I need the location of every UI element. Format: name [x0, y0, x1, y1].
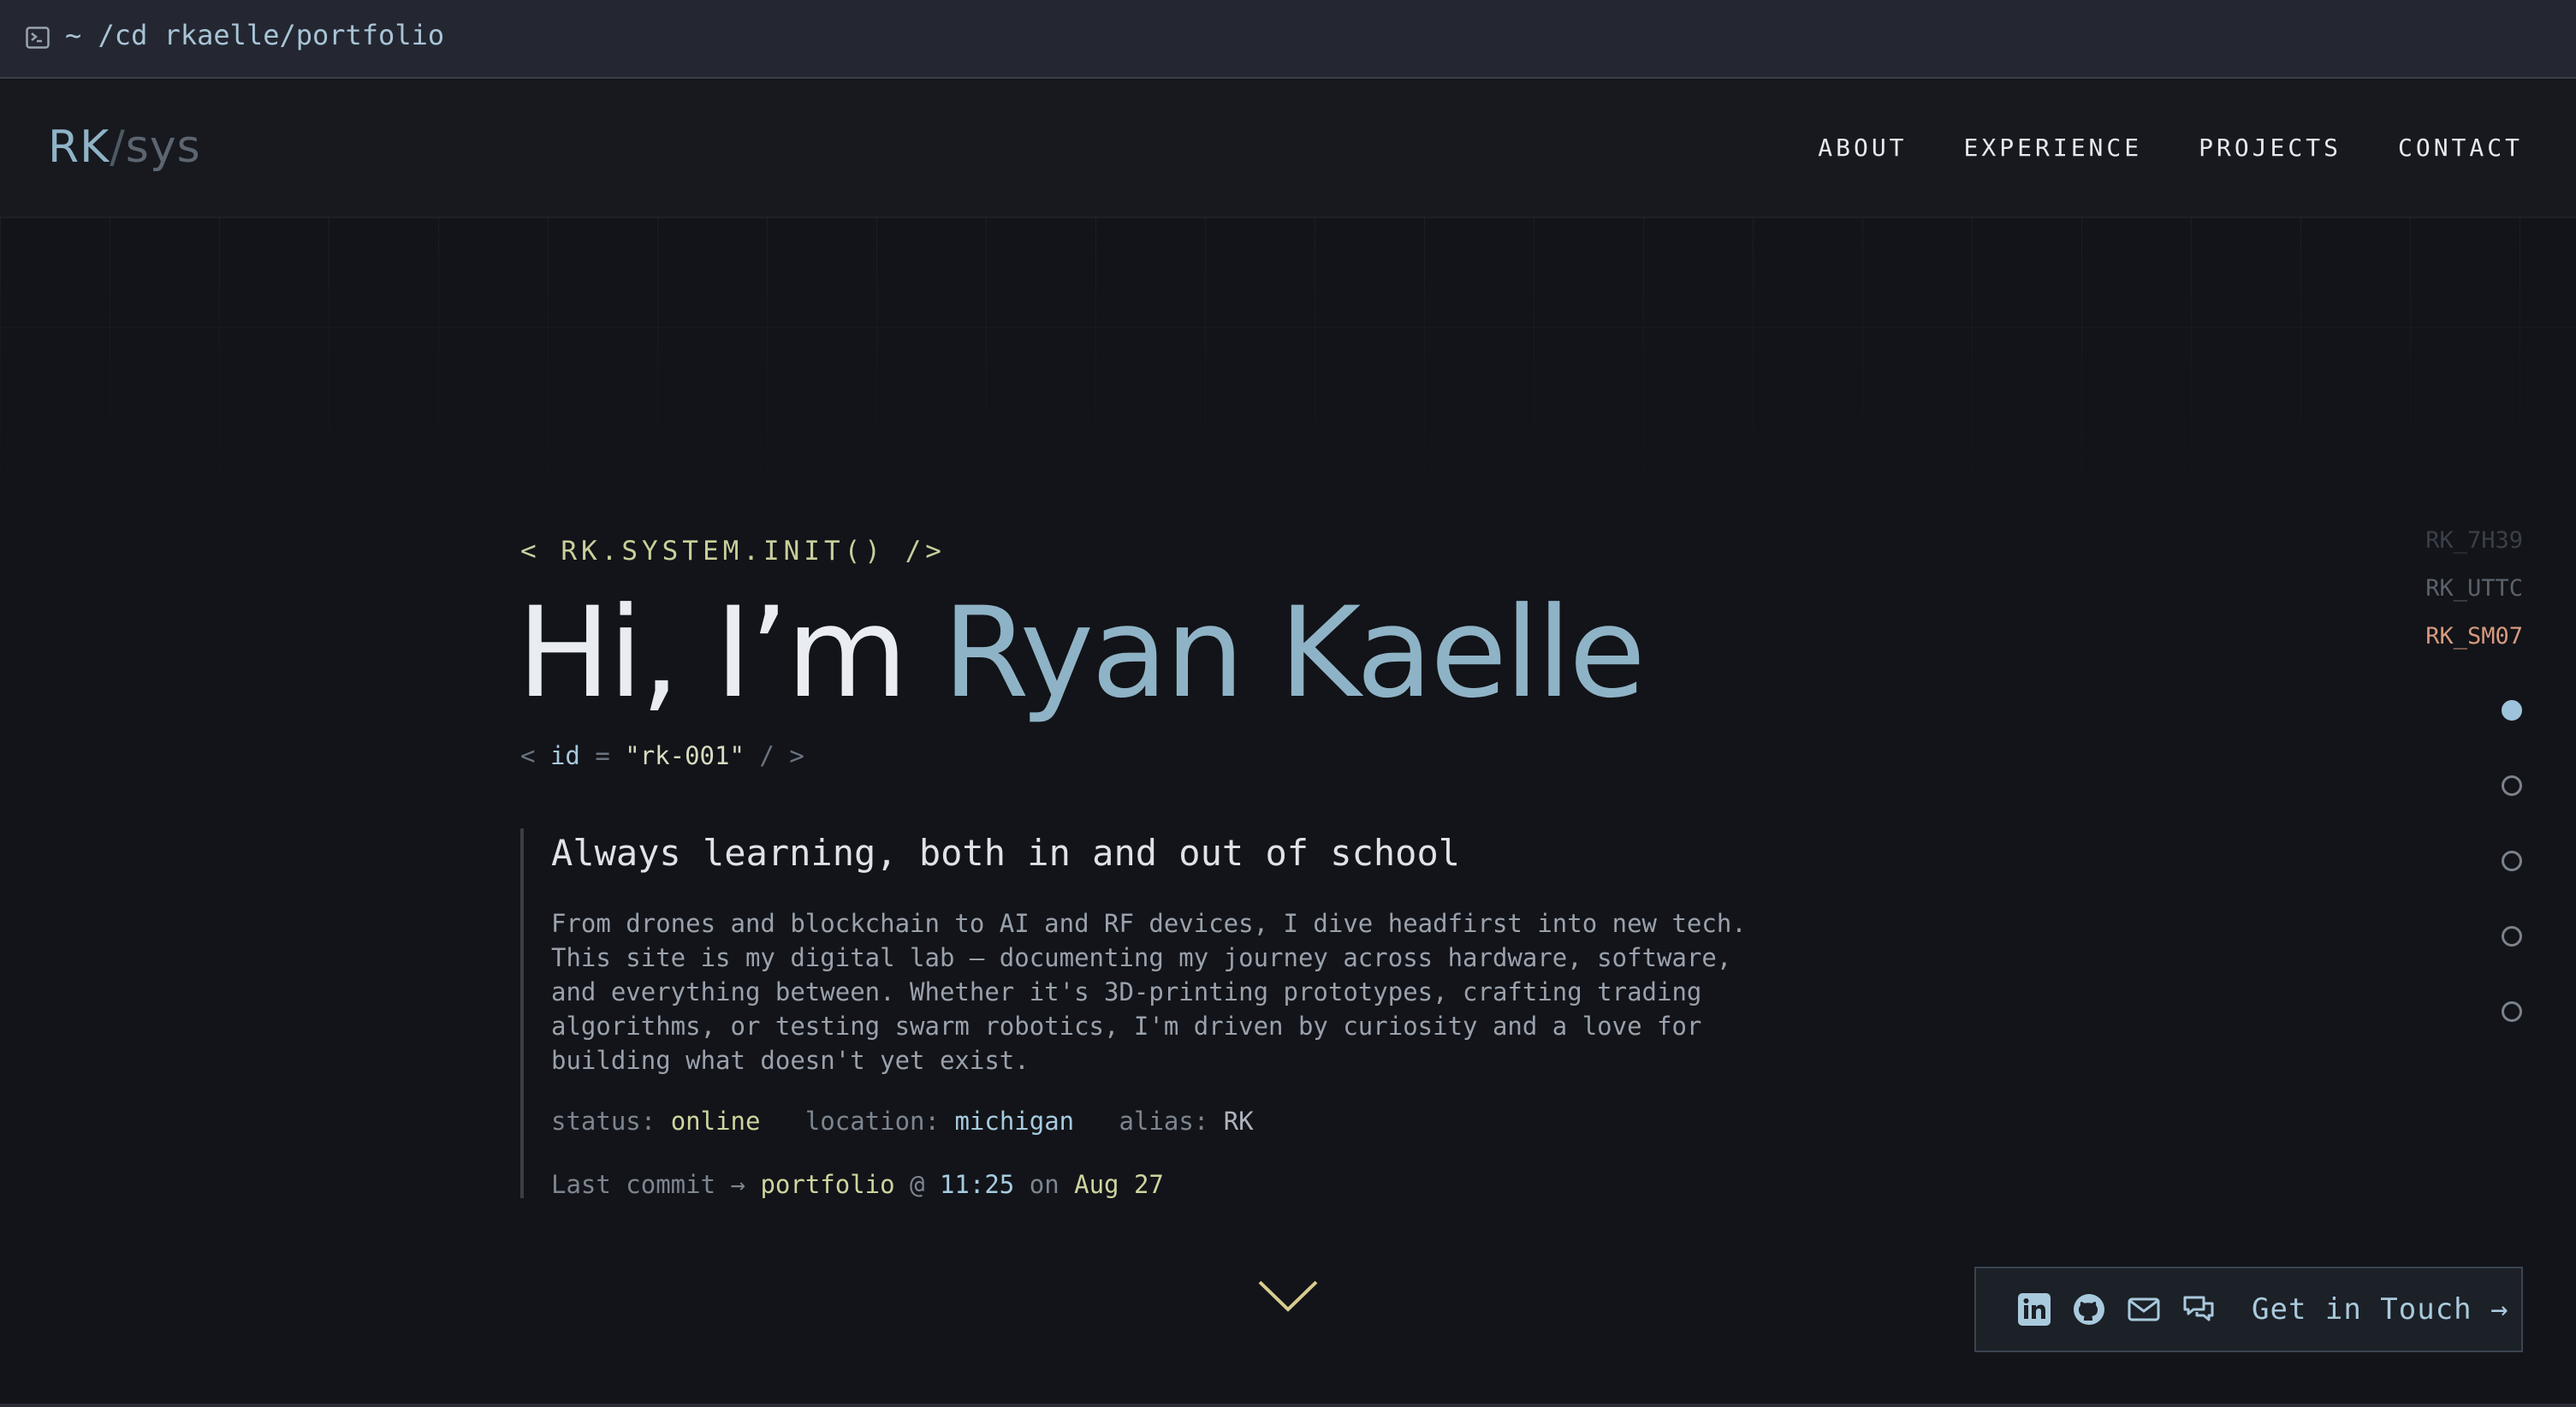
terminal-path: ~ /cd rkaelle/portfolio [65, 19, 445, 51]
chevron-down-icon[interactable] [1258, 1279, 1318, 1313]
github-icon[interactable] [2072, 1292, 2106, 1327]
nav-about[interactable]: ABOUT [1818, 134, 1907, 162]
commit-time: 11:25 [939, 1170, 1015, 1199]
mail-icon[interactable] [2127, 1292, 2161, 1327]
bottom-border [0, 1404, 2576, 1407]
section-dot-2[interactable] [2502, 775, 2522, 796]
commit-at: @ [894, 1170, 940, 1199]
status-meta: status: online location: michigan alias:… [551, 1107, 1761, 1136]
hero-grid-background [0, 217, 2576, 525]
status-label: status: [551, 1107, 671, 1136]
commit-date: Aug 27 [1074, 1170, 1164, 1199]
alias-value: RK [1223, 1107, 1254, 1136]
get-in-touch-button[interactable]: Get in Touch → [2252, 1292, 2509, 1327]
commit-repo[interactable]: portfolio [760, 1170, 894, 1199]
chat-icon[interactable] [2181, 1292, 2216, 1327]
tagline: Always learning, both in and out of scho… [551, 832, 1461, 874]
id-eq: = [579, 741, 626, 770]
nav-experience[interactable]: EXPERIENCE [1964, 134, 2143, 162]
brand-slash: / [110, 122, 126, 173]
alias-label: alias: [1119, 1107, 1224, 1136]
section-dots [2502, 700, 2522, 1077]
hero-name: Ryan Kaelle [942, 580, 1646, 726]
terminal-icon [26, 27, 50, 49]
nav-links: ABOUT EXPERIENCE PROJECTS CONTACT [1818, 134, 2523, 162]
section-dot-5[interactable] [2502, 1001, 2522, 1022]
terminal-bar: ~ /cd rkaelle/portfolio [0, 0, 2576, 79]
brand-sys: sys [125, 122, 201, 173]
location-label: location: [804, 1107, 955, 1136]
id-value: "rk-001" [625, 741, 745, 770]
brand-rk: RK [48, 122, 110, 173]
intro-paragraph: From drones and blockchain to AI and RF … [551, 909, 1747, 1075]
last-commit: Last commit → portfolio @ 11:25 on Aug 2… [551, 1170, 1761, 1199]
top-nav: RK/sys ABOUT EXPERIENCE PROJECTS CONTACT [0, 80, 2576, 217]
location-value: michigan [954, 1107, 1075, 1136]
code-1: RK_7H39 [2425, 527, 2523, 554]
system-init-label: < RK.SYSTEM.INIT() /> [520, 536, 946, 567]
section-dot-1[interactable] [2502, 700, 2522, 721]
linkedin-icon[interactable] [2017, 1292, 2051, 1327]
nav-projects[interactable]: PROJECTS [2199, 134, 2342, 162]
greeting: Hi, I’m [517, 580, 943, 726]
code-3: RK_SM07 [2425, 623, 2523, 650]
contact-card: Get in Touch → [1974, 1267, 2523, 1352]
section-dot-3[interactable] [2502, 851, 2522, 871]
id-close: / > [744, 741, 804, 770]
hero-headline: Hi, I’m Ryan Kaelle [517, 591, 1646, 715]
side-codes: RK_7H39 RK_UTTC RK_SM07 [2425, 517, 2523, 661]
intro-block: Always learning, both in and out of scho… [520, 828, 1761, 1199]
code-2: RK_UTTC [2425, 575, 2523, 602]
brand-logo[interactable]: RK/sys [48, 122, 201, 173]
commit-on: on [1014, 1170, 1075, 1199]
id-attr: id [549, 741, 580, 770]
status-value: online [670, 1107, 761, 1136]
commit-label: Last commit → [551, 1170, 761, 1199]
id-tag: < id = "rk-001" / > [520, 741, 804, 770]
id-open: < [520, 741, 536, 770]
nav-contact[interactable]: CONTACT [2398, 134, 2523, 162]
section-dot-4[interactable] [2502, 926, 2522, 947]
